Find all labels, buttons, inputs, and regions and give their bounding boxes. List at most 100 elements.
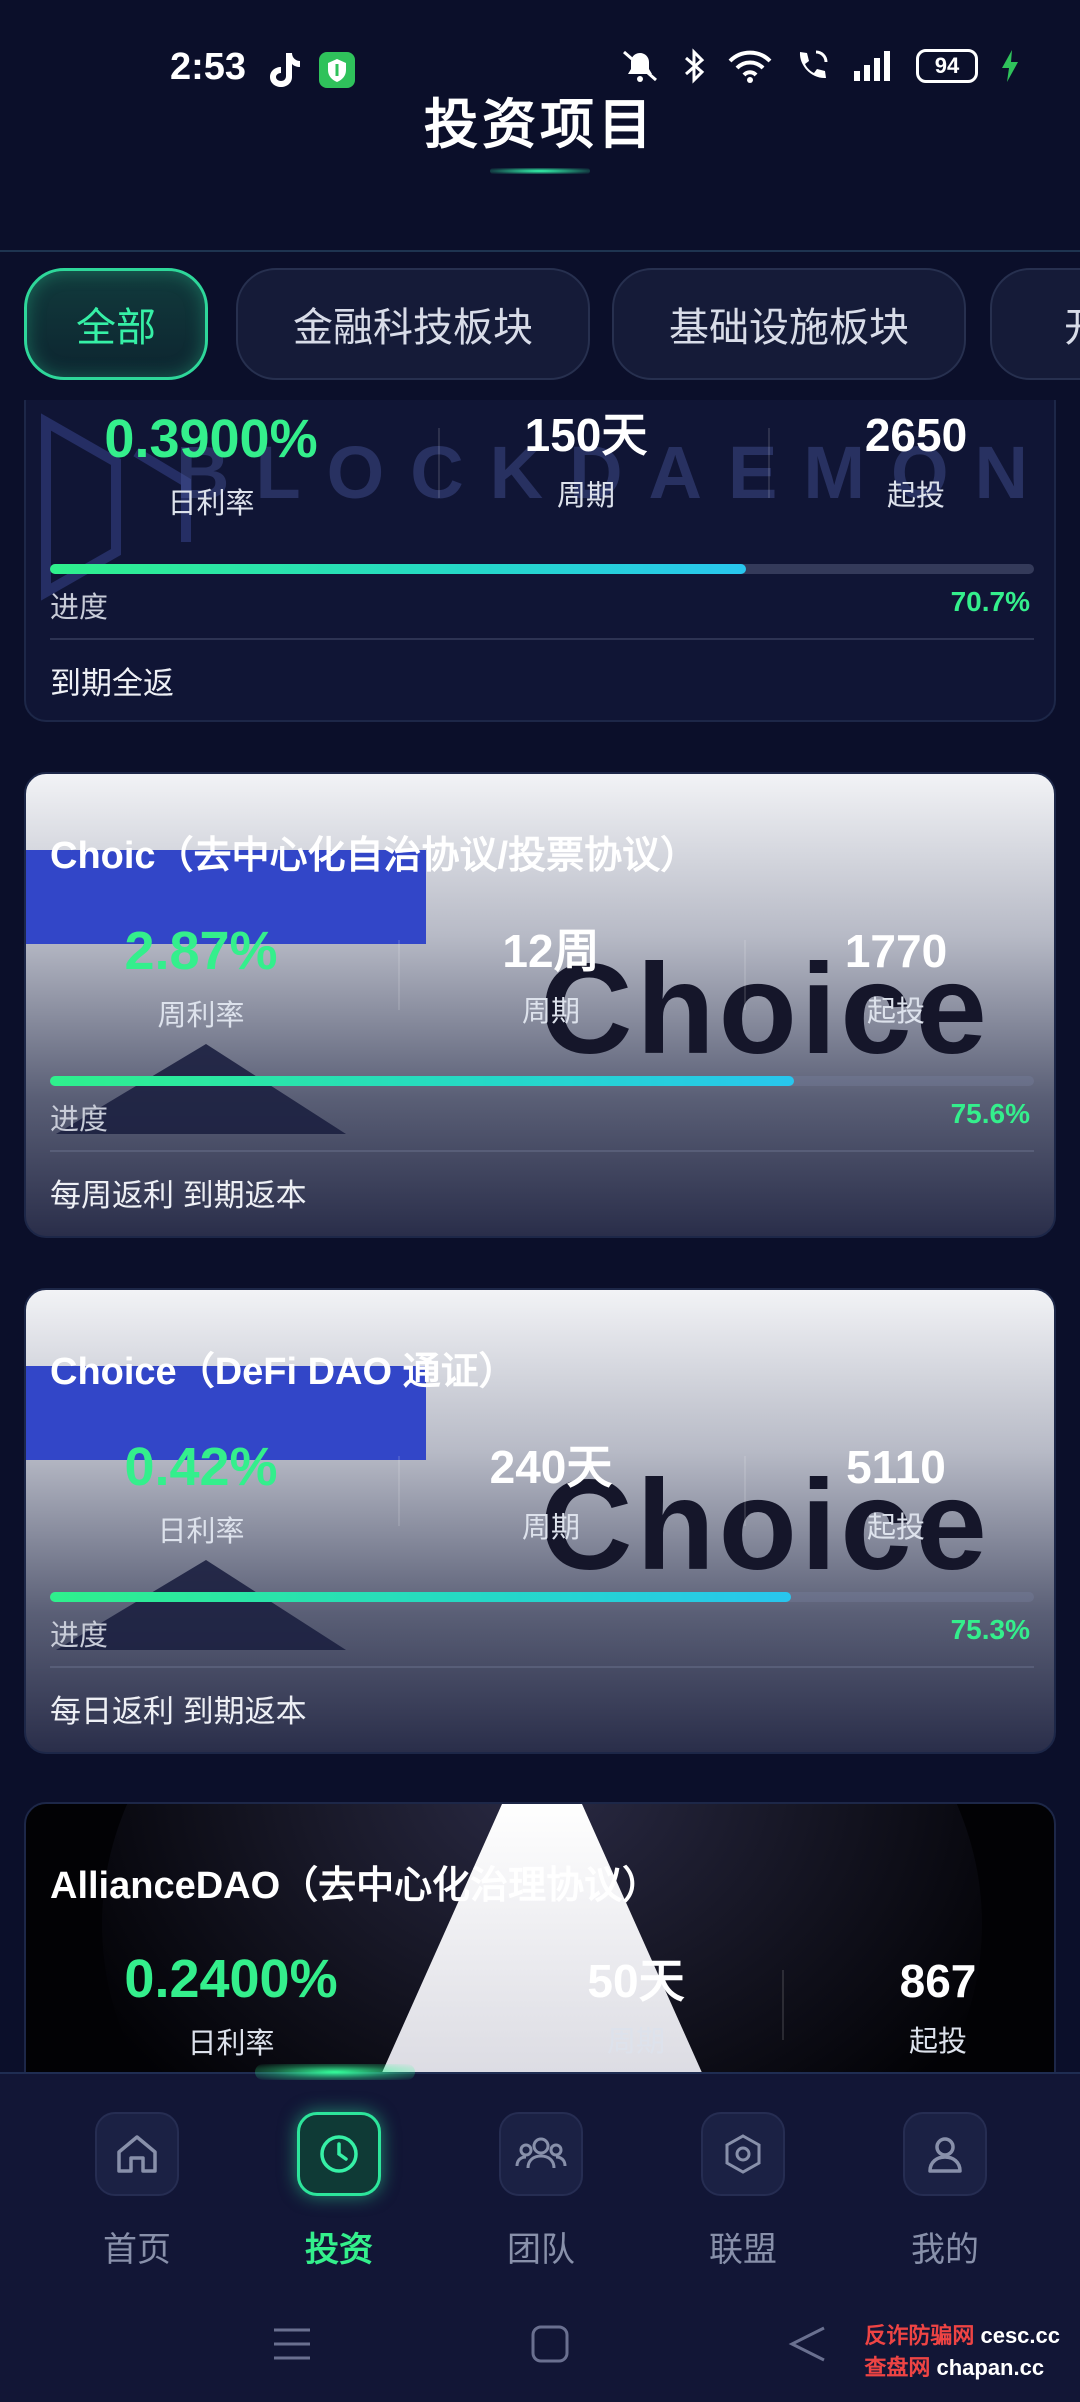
rate-value: 0.2400% <box>124 1949 338 2009</box>
period-value: 50天 <box>587 1955 685 2007</box>
watermark-line1: 反诈防骗网 <box>864 2323 975 2348</box>
period-label: 周期 <box>521 1512 580 1544</box>
period-stat: 150天 周期 <box>486 412 686 514</box>
category-tabs: 全部 金融科技板块 基础设施板块 开 <box>24 268 1080 384</box>
period-label: 周期 <box>556 480 615 512</box>
nav-home[interactable]: 首页 <box>62 2104 212 2274</box>
period-label: 周期 <box>521 996 580 1028</box>
progress-bar <box>50 1592 1034 1602</box>
nav-profile[interactable]: 我的 <box>870 2104 1020 2274</box>
menu-icon[interactable] <box>272 2324 312 2364</box>
min-stat: 867 起投 <box>838 1958 1038 2060</box>
period-value: 12周 <box>502 925 600 977</box>
min-stat: 1770 起投 <box>796 928 996 1030</box>
project-list[interactable]: BLOCKDAEMON 0.3900% 日利率 150天 周期 2650 起投 … <box>0 400 1080 2072</box>
nav-alliance[interactable]: 联盟 <box>668 2104 818 2274</box>
clock-icon <box>297 2112 381 2196</box>
project-card[interactable]: BLOCKDAEMON 0.3900% 日利率 150天 周期 2650 起投 … <box>24 400 1056 722</box>
mute-icon <box>623 50 657 82</box>
progress-label: 进度 <box>50 1104 109 1136</box>
bluetooth-icon <box>685 48 705 84</box>
stat-divider <box>744 1456 746 1526</box>
nav-invest[interactable]: 投资 <box>264 2104 414 2274</box>
period-label: 周期 <box>606 2026 665 2058</box>
team-icon <box>499 2112 583 2196</box>
signal-icon <box>854 51 890 81</box>
return-method: 每日返利 到期返本 <box>50 1694 307 1729</box>
corner-watermark: 反诈防骗网 cesc.cc 查盘网 chapan.cc <box>864 2318 1060 2382</box>
back-icon[interactable] <box>788 2324 828 2364</box>
min-value: 867 <box>899 1955 977 2007</box>
nav-alliance-label: 联盟 <box>709 2231 777 2269</box>
min-value: 5110 <box>846 1441 946 1493</box>
stat-divider <box>782 1970 784 2040</box>
progress-label: 进度 <box>50 1620 109 1652</box>
stat-divider <box>398 1456 400 1526</box>
min-label: 起投 <box>866 1512 925 1544</box>
watermark-line2: 查盘网 <box>864 2355 931 2380</box>
tab-fintech[interactable]: 金融科技板块 <box>236 268 590 380</box>
progress-fill <box>50 1592 791 1602</box>
progress-label: 进度 <box>50 592 109 624</box>
home-icon <box>95 2112 179 2196</box>
stat-divider <box>744 940 746 1010</box>
min-stat: 5110 起投 <box>796 1444 996 1546</box>
tab-infrastructure[interactable]: 基础设施板块 <box>612 268 966 380</box>
min-value: 2650 <box>864 409 968 461</box>
nav-team-label: 团队 <box>507 2231 575 2269</box>
user-icon <box>903 2112 987 2196</box>
project-card[interactable]: Choice Choic（去中心化自治协议/投票协议） 2.87% 周利率 12… <box>24 772 1056 1238</box>
header-divider <box>0 250 1080 252</box>
home-square-icon[interactable] <box>530 2324 570 2364</box>
min-stat: 2650 起投 <box>816 412 1016 514</box>
progress-percent: 75.3% <box>950 1614 1030 1645</box>
project-title: Choice（DeFi DAO 通证） <box>50 1351 517 1393</box>
period-value: 150天 <box>524 409 648 461</box>
project-card[interactable]: Choice Choice（DeFi DAO 通证） 0.42% 日利率 240… <box>24 1288 1056 1754</box>
title-underline <box>490 168 590 174</box>
return-method: 到期全返 <box>50 666 174 701</box>
rate-value: 0.42% <box>124 1437 278 1497</box>
nav-team[interactable]: 团队 <box>466 2104 616 2274</box>
alliance-icon <box>701 2112 785 2196</box>
rate-label: 周利率 <box>157 1000 245 1032</box>
progress-fill <box>50 564 746 574</box>
progress-percent: 70.7% <box>950 586 1030 617</box>
progress-bar <box>50 1076 1034 1086</box>
period-stat: 240天 周期 <box>456 1444 646 1546</box>
min-value: 1770 <box>844 925 948 977</box>
tab-open[interactable]: 开 <box>990 268 1080 380</box>
nav-home-label: 首页 <box>103 2231 171 2269</box>
rate-label: 日利率 <box>157 1516 245 1548</box>
row-divider <box>50 638 1034 640</box>
status-icons: 94 <box>620 48 1020 84</box>
rate-stat: 0.3900% 日利率 <box>86 412 336 522</box>
call-icon <box>799 50 828 79</box>
active-indicator <box>255 2064 415 2080</box>
rate-value: 2.87% <box>124 921 278 981</box>
progress-percent: 75.6% <box>950 1098 1030 1129</box>
page-title: 投资项目 <box>424 95 656 155</box>
row-divider <box>50 1666 1034 1668</box>
watermark-line1b: cesc.cc <box>980 2323 1060 2348</box>
rate-label: 日利率 <box>167 488 255 520</box>
period-stat: 12周 周期 <box>456 928 646 1030</box>
period-value: 240天 <box>489 1441 613 1493</box>
tab-all[interactable]: 全部 <box>24 268 208 380</box>
wifi-icon <box>728 50 772 83</box>
stat-divider <box>438 428 440 498</box>
return-method: 每周返利 到期返本 <box>50 1178 307 1213</box>
project-title: Choic（去中心化自治协议/投票协议） <box>50 835 699 877</box>
stat-divider <box>768 428 770 498</box>
min-label: 起投 <box>886 480 945 512</box>
progress-bar <box>50 564 1034 574</box>
min-label: 起投 <box>908 2026 967 2058</box>
row-divider <box>50 1150 1034 1152</box>
progress-fill <box>50 1076 794 1086</box>
battery-indicator: 94 <box>916 49 978 83</box>
rate-stat: 0.42% 日利率 <box>86 1440 316 1550</box>
nav-invest-label: 投资 <box>305 2231 373 2269</box>
rate-value: 0.3900% <box>104 409 318 469</box>
rate-label: 日利率 <box>187 2028 275 2060</box>
project-card[interactable]: AllianceDAO（去中心化治理协议） 0.2400% 日利率 50天 周期… <box>24 1802 1056 2072</box>
